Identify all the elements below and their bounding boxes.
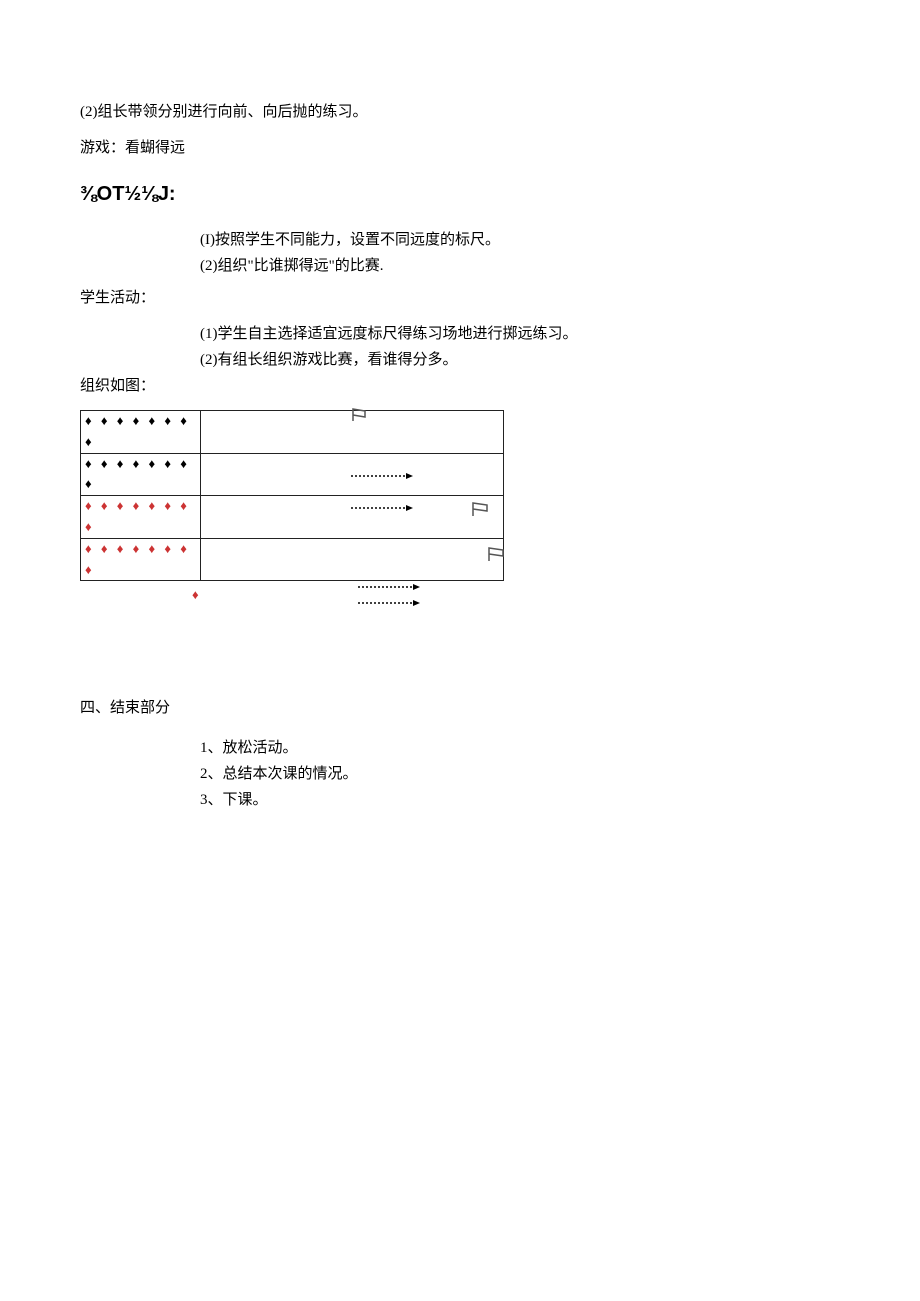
student-item-1: (1)学生自主选择适宜远度标尺得练习场地进行掷远练习。 (80, 322, 840, 346)
people-row-red: ♦ ♦ ♦ ♦ ♦ ♦ ♦ ♦ (81, 538, 201, 581)
arrow-icon (351, 504, 416, 512)
lane-cell (200, 538, 503, 581)
end-item-1: 1、放松活动。 (80, 736, 840, 760)
lane-cell (200, 453, 503, 496)
garbled-heading: ⅜OT½⅛J: (80, 178, 840, 210)
people-row-red: ♦ ♦ ♦ ♦ ♦ ♦ ♦ ♦ (81, 496, 201, 539)
flag-icon (351, 403, 373, 432)
student-activity-label: 学生活动： (80, 286, 840, 310)
people-row-black: ♦ ♦ ♦ ♦ ♦ ♦ ♦ ♦ (81, 453, 201, 496)
table-row: ♦ ♦ ♦ ♦ ♦ ♦ ♦ ♦ (81, 538, 504, 581)
game-line: 游戏：看蝴得远 (80, 136, 840, 160)
end-item-2: 2、总结本次课的情况。 (80, 762, 840, 786)
teacher-item-1: (I)按照学生不同能力，设置不同远度的标尺。 (80, 228, 840, 252)
lane-cell (200, 411, 503, 454)
arrow-icon (358, 599, 423, 607)
formation-diagram: ♦ ♦ ♦ ♦ ♦ ♦ ♦ ♦ ♦ ♦ ♦ ♦ ♦ ♦ ♦ ♦ ♦ ♦ ♦ ♦ … (80, 410, 840, 626)
student-item-2: (2)有组长组织游戏比赛，看谁得分多。 (80, 348, 840, 372)
arrow-icon (351, 472, 416, 480)
arrow-icon (358, 583, 423, 591)
people-row-black: ♦ ♦ ♦ ♦ ♦ ♦ ♦ ♦ (81, 411, 201, 454)
below-table-area: ♦ (80, 581, 504, 626)
teacher-item-2: (2)组织"比谁掷得远"的比赛. (80, 254, 840, 278)
end-item-3: 3、下课。 (80, 788, 840, 812)
paragraph-line: (2)组长带领分别进行向前、向后抛的练习。 (80, 100, 840, 124)
organization-label: 组织如图： (80, 374, 840, 398)
single-person-icon: ♦ (192, 585, 199, 606)
lane-cell (200, 496, 503, 539)
table-row: ♦ ♦ ♦ ♦ ♦ ♦ ♦ ♦ (81, 411, 504, 454)
flag-icon (471, 498, 495, 527)
diagram-table: ♦ ♦ ♦ ♦ ♦ ♦ ♦ ♦ ♦ ♦ ♦ ♦ ♦ ♦ ♦ ♦ ♦ ♦ ♦ ♦ … (80, 410, 504, 581)
flag-icon (487, 543, 511, 572)
table-row: ♦ ♦ ♦ ♦ ♦ ♦ ♦ ♦ (81, 453, 504, 496)
section-4-title: 四、结束部分 (80, 696, 840, 720)
table-row: ♦ ♦ ♦ ♦ ♦ ♦ ♦ ♦ (81, 496, 504, 539)
